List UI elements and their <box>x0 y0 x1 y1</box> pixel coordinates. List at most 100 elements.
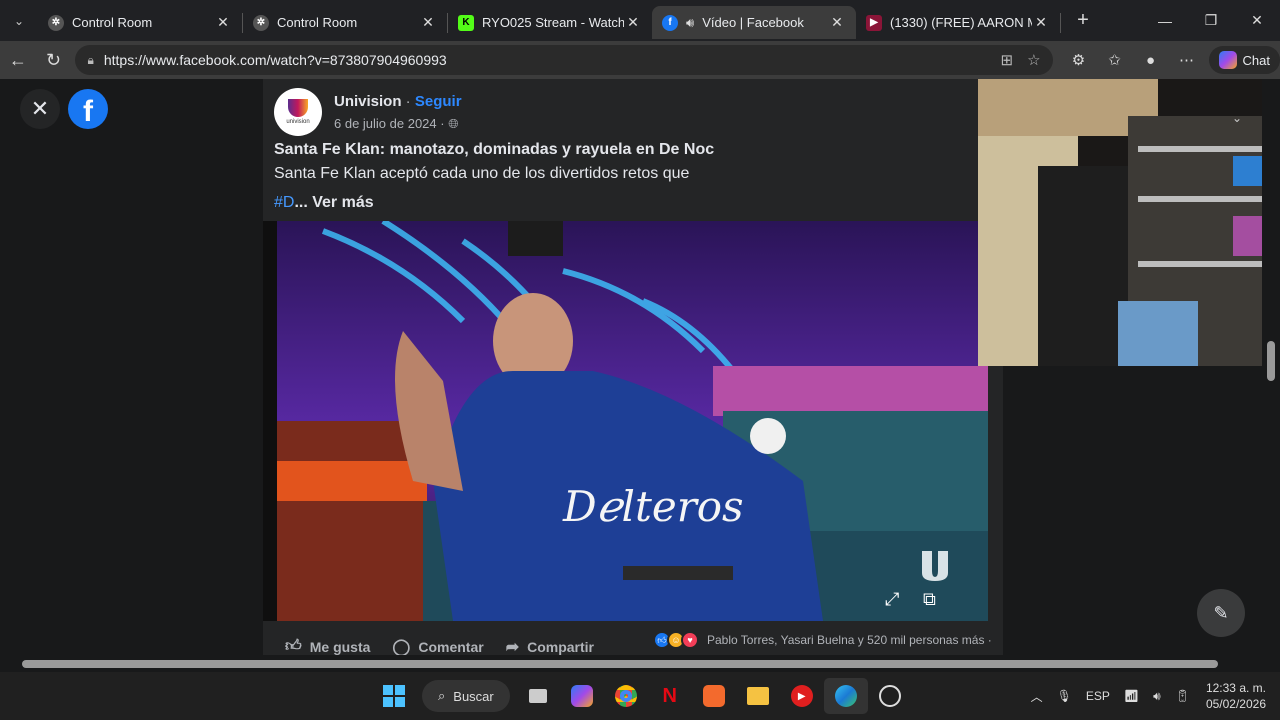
tab-kick-stream[interactable]: K RYO025 Stream - Watch Live ✕ <box>448 6 652 39</box>
recorder-icon[interactable] <box>692 678 736 714</box>
url-text: https://www.facebook.com/watch?v=8738079… <box>103 52 447 68</box>
taskbar-search[interactable]: ⌕ Buscar <box>422 680 510 712</box>
close-tab-icon[interactable]: ✕ <box>214 14 232 31</box>
close-tab-icon[interactable]: ✕ <box>624 14 642 31</box>
copilot-app-icon[interactable] <box>560 678 604 714</box>
obs-icon[interactable] <box>868 678 912 714</box>
restore-icon[interactable]: ❐ <box>1188 0 1234 41</box>
avatar-label: univision <box>286 119 310 125</box>
tab-title: Control Room <box>72 15 153 30</box>
compose-button[interactable]: ✎ <box>1197 589 1245 637</box>
lock-icon[interactable]: 🔒︎ <box>87 53 93 68</box>
copilot-chat-button[interactable]: Chat <box>1208 46 1280 74</box>
wifi-icon[interactable]: 📶︎ <box>1124 689 1139 703</box>
address-bar: ← ↻ 🔒︎ https://www.facebook.com/watch?v=… <box>0 41 1280 79</box>
clock-time: 12:33 a. m. <box>1205 681 1266 695</box>
back-icon[interactable]: ← <box>0 50 36 71</box>
close-video-icon[interactable]: ✕ <box>20 89 60 129</box>
edge-icon[interactable] <box>823 678 868 714</box>
microphone-icon[interactable]: 🎙︎ <box>1057 689 1072 703</box>
favorite-star-icon[interactable]: ☆ <box>1027 51 1040 69</box>
share-label: Compartir <box>527 638 594 655</box>
post-description: Santa Fe Klan aceptó cada uno de los div… <box>274 165 690 182</box>
file-explorer-icon[interactable] <box>736 678 780 714</box>
youtube-music-icon[interactable]: ▶ <box>780 678 824 714</box>
close-tab-icon[interactable]: ✕ <box>419 14 437 31</box>
windows-icon <box>383 685 405 707</box>
post-date[interactable]: 6 de julio de 2024 · 🌐︎ <box>334 116 459 132</box>
hashtag-link[interactable]: #D <box>274 194 294 211</box>
tab-youtube[interactable]: ▶ (1330) (FREE) AARON MAY ✕ <box>856 6 1060 39</box>
horizontal-scrollbar[interactable] <box>0 655 1262 672</box>
close-window-icon[interactable]: ✕ <box>1234 0 1280 41</box>
tab-bar: ⌄ ✲ Control Room ✕ ✲ Control Room ✕ K RY… <box>0 0 1280 41</box>
video-frame: Dℯlteros <box>263 221 988 621</box>
task-view-icon[interactable] <box>516 678 560 714</box>
speaker-icon[interactable]: 🔊︎ <box>686 15 694 31</box>
app-icon: ✲ <box>253 14 269 31</box>
like-button[interactable]: 👍︎ Me gusta <box>285 637 370 656</box>
vertical-scroll-thumb[interactable] <box>1267 341 1275 381</box>
reactions-text: Pablo Torres, Yasari Buelna y 520 mil pe… <box>707 633 992 647</box>
copilot-icon <box>1218 51 1237 69</box>
comment-label: Comentar <box>418 638 484 655</box>
search-icon: ⌕ <box>438 688 446 703</box>
love-reaction-icon: ♥ <box>681 631 699 649</box>
close-tab-icon[interactable]: ✕ <box>1032 14 1050 31</box>
video-player[interactable]: Dℯlteros ⤢ ⧉ <box>263 221 988 621</box>
tab-actions-menu-icon[interactable]: ⌄ <box>0 0 38 41</box>
univision-logo-icon <box>288 99 308 117</box>
more-icon[interactable]: ⋯ <box>1169 51 1205 69</box>
toolbar: ⚙︎ ✩ ● ⋯ Chat <box>1061 46 1280 74</box>
share-button[interactable]: ➦ Compartir <box>506 637 594 657</box>
author-name[interactable]: Univision <box>334 93 402 110</box>
fullscreen-icon[interactable]: ⤢ <box>885 589 899 610</box>
post-header: Univision · Seguir <box>334 93 462 110</box>
search-label: Buscar <box>453 688 494 704</box>
horizontal-scroll-thumb[interactable] <box>22 660 1218 668</box>
video-post: univision Univision · Seguir 6 de julio … <box>263 79 1280 672</box>
page-viewport: ✕ f univision Univision · Seguir 6 de ju… <box>0 79 1280 672</box>
reactions-summary[interactable]: 👍︎ ☺ ♥ Pablo Torres, Yasari Buelna y 520… <box>653 631 992 649</box>
share-icon: ➦ <box>505 638 520 656</box>
clock[interactable]: 12:33 a. m. 05/02/2026 <box>1206 680 1266 712</box>
battery-icon[interactable]: 🔋︎ <box>1175 689 1190 703</box>
chat-label: Chat <box>1242 52 1270 68</box>
see-more-link[interactable]: ... Ver más <box>294 194 373 211</box>
facebook-logo-icon[interactable]: f <box>68 89 108 129</box>
minimize-icon[interactable]: — <box>1142 0 1188 41</box>
tab-control-room-2[interactable]: ✲ Control Room ✕ <box>243 6 447 39</box>
picture-in-picture-icon[interactable]: ⧉ <box>923 589 936 610</box>
url-field[interactable]: 🔒︎ https://www.facebook.com/watch?v=8738… <box>75 45 1053 75</box>
tab-facebook-video[interactable]: f 🔊︎ Vídeo | Facebook ✕ <box>652 6 856 39</box>
globe-icon: 🌐︎ <box>448 116 459 131</box>
show-hidden-icons-icon[interactable]: ︿ <box>1031 688 1043 705</box>
language-indicator[interactable]: ESP <box>1086 689 1110 703</box>
post-more: #D... Ver más <box>274 194 374 212</box>
new-tab-icon[interactable]: + <box>1065 9 1101 32</box>
separator: · <box>401 93 415 110</box>
vertical-scrollbar[interactable] <box>1262 79 1280 655</box>
tab-title: Control Room <box>277 15 358 30</box>
app-available-icon[interactable]: ⊞ <box>1000 51 1013 69</box>
extensions-icon[interactable]: ⚙︎ <box>1061 51 1097 69</box>
system-tray: ︿ 🎙︎ ESP 📶︎ 🔊︎ 🔋︎ 12:33 a. m. 05/02/2026 <box>1017 672 1266 720</box>
start-button[interactable] <box>372 678 416 714</box>
netflix-icon[interactable]: N <box>648 678 692 714</box>
collapse-icon[interactable]: ⌄ <box>1232 111 1242 125</box>
facebook-icon: f <box>662 14 678 31</box>
tab-title: RYO025 Stream - Watch Live <box>482 15 624 30</box>
chrome-icon[interactable] <box>604 678 648 714</box>
follow-button[interactable]: Seguir <box>415 93 462 110</box>
window-controls: — ❐ ✕ <box>1142 0 1280 41</box>
comment-button[interactable]: ◯ Comentar <box>392 637 483 657</box>
avatar[interactable]: univision <box>274 88 322 136</box>
tab-control-room-1[interactable]: ✲ Control Room ✕ <box>38 6 242 39</box>
favorites-icon[interactable]: ✩ <box>1097 51 1133 69</box>
youtube-icon: ▶ <box>866 14 882 31</box>
refresh-icon[interactable]: ↻ <box>36 50 72 71</box>
profile-icon[interactable]: ● <box>1133 52 1169 69</box>
volume-icon[interactable]: 🔊︎ <box>1153 689 1161 704</box>
close-tab-icon[interactable]: ✕ <box>828 14 846 31</box>
taskbar: ⌕ Buscar N ▶ ︿ 🎙︎ ESP 📶︎ 🔊︎ 🔋︎ 12:33 a. … <box>0 672 1280 720</box>
